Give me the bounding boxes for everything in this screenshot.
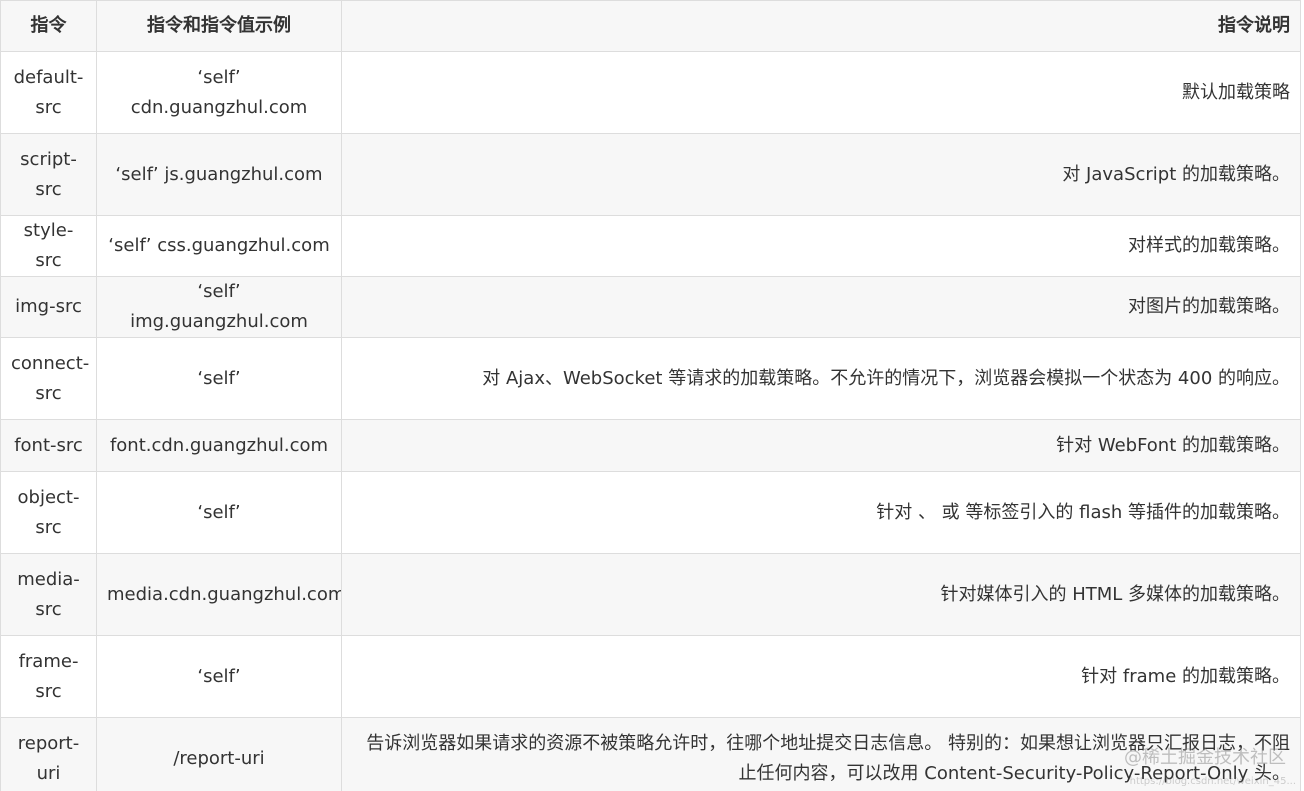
table-row: default-src ‘self’ cdn.guangzhul.com 默认加… <box>0 51 1301 134</box>
table-row: img-src ‘self’ img.guangzhul.com 对图片的加载策… <box>0 276 1301 338</box>
description-cell: 对 JavaScript 的加载策略。 <box>341 133 1301 216</box>
description-cell: 对样式的加载策略。 <box>341 215 1301 277</box>
example-cell: ‘self’ cdn.guangzhul.com <box>96 51 342 134</box>
example-cell: ‘self’ <box>96 471 342 554</box>
directive-cell: default-src <box>0 51 97 134</box>
description-cell: 针对 frame 的加载策略。 <box>341 635 1301 718</box>
description-cell: 告诉浏览器如果请求的资源不被策略允许时，往哪个地址提交日志信息。 特别的：如果想… <box>341 717 1301 791</box>
table-row: font-src font.cdn.guangzhul.com 针对 WebFo… <box>0 419 1301 472</box>
directive-cell: connect-src <box>0 337 97 420</box>
example-cell: /report-uri <box>96 717 342 791</box>
table-row: connect-src ‘self’ 对 Ajax、WebSocket 等请求的… <box>0 337 1301 420</box>
directive-cell: report-uri <box>0 717 97 791</box>
example-cell: ‘self’ js.guangzhul.com <box>96 133 342 216</box>
directive-cell: style-src <box>0 215 97 277</box>
header-description: 指令说明 <box>341 0 1301 52</box>
example-cell: ‘self’ css.guangzhul.com <box>96 215 342 277</box>
description-cell: 针对 WebFont 的加载策略。 <box>341 419 1301 472</box>
table-row: script-src ‘self’ js.guangzhul.com 对 Jav… <box>0 133 1301 216</box>
example-cell: ‘self’ img.guangzhul.com <box>96 276 342 338</box>
description-cell: 默认加载策略 <box>341 51 1301 134</box>
directive-cell: img-src <box>0 276 97 338</box>
example-cell: ‘self’ <box>96 635 342 718</box>
directive-cell: font-src <box>0 419 97 472</box>
header-directive: 指令 <box>0 0 97 52</box>
directive-cell: frame-src <box>0 635 97 718</box>
description-cell: 针对 、 或 等标签引入的 flash 等插件的加载策略。 <box>341 471 1301 554</box>
csp-directives-table: 指令 指令和指令值示例 指令说明 default-src ‘self’ cdn.… <box>0 0 1301 791</box>
table-row: report-uri /report-uri 告诉浏览器如果请求的资源不被策略允… <box>0 717 1301 791</box>
table-row: media-src media.cdn.guangzhul.com 针对媒体引入… <box>0 553 1301 636</box>
table-row: frame-src ‘self’ 针对 frame 的加载策略。 <box>0 635 1301 718</box>
example-cell: ‘self’ <box>96 337 342 420</box>
description-cell: 对 Ajax、WebSocket 等请求的加载策略。不允许的情况下，浏览器会模拟… <box>341 337 1301 420</box>
header-example: 指令和指令值示例 <box>96 0 342 52</box>
description-cell: 针对媒体引入的 HTML 多媒体的加载策略。 <box>341 553 1301 636</box>
directive-cell: object-src <box>0 471 97 554</box>
example-cell: font.cdn.guangzhul.com <box>96 419 342 472</box>
table-row: object-src ‘self’ 针对 、 或 等标签引入的 flash 等插… <box>0 471 1301 554</box>
table-header-row: 指令 指令和指令值示例 指令说明 <box>0 0 1301 52</box>
table-row: style-src ‘self’ css.guangzhul.com 对样式的加… <box>0 215 1301 277</box>
directive-cell: script-src <box>0 133 97 216</box>
directive-cell: media-src <box>0 553 97 636</box>
page: 指令 指令和指令值示例 指令说明 default-src ‘self’ cdn.… <box>0 0 1304 791</box>
example-cell: media.cdn.guangzhul.com <box>96 553 342 636</box>
description-cell: 对图片的加载策略。 <box>341 276 1301 338</box>
